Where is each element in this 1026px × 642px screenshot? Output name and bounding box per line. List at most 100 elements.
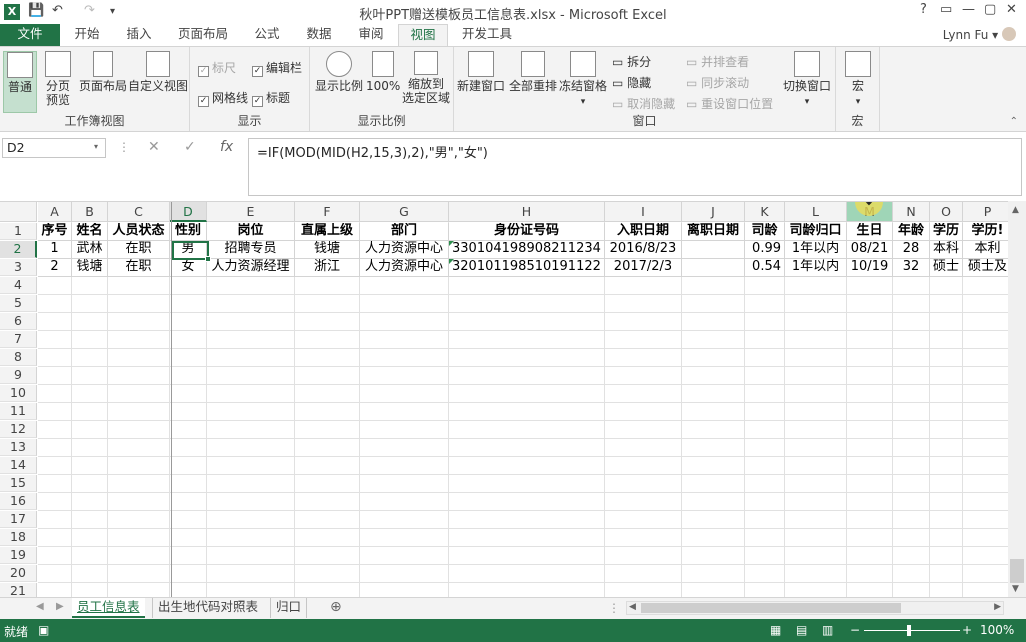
column-header-p[interactable]: P [963, 202, 1008, 222]
header-cell-status[interactable]: 人员状态 [108, 223, 170, 241]
page-layout-view-button[interactable]: 页面布局 [78, 51, 128, 93]
cell-seq[interactable]: 2 [38, 259, 72, 277]
header-cell-hiredate[interactable]: 入职日期 [605, 223, 682, 241]
cell-status[interactable]: 在职 [108, 241, 170, 259]
prev-sheet-icon[interactable]: ◀ [36, 601, 44, 612]
sheet-tab-birthplace-codes[interactable]: 出生地代码对照表 [152, 598, 263, 618]
header-cell-dept[interactable]: 部门 [360, 223, 449, 241]
error-indicator-icon[interactable] [449, 259, 454, 264]
restore-button[interactable]: ▢ [984, 2, 996, 17]
normal-view-button[interactable]: 普通 [3, 51, 37, 113]
header-cell-seq[interactable]: 序号 [38, 223, 72, 241]
row-header-5[interactable]: 5 [0, 295, 37, 312]
cell-idcard[interactable]: 330104198908211234 [449, 241, 605, 259]
cell-education[interactable]: 硕士 [930, 259, 963, 277]
cell-tenure-band[interactable]: 1年以内 [785, 241, 847, 259]
row-header-21[interactable]: 21 [0, 583, 37, 597]
column-header-c[interactable]: C [108, 202, 170, 222]
row-header-3[interactable]: 3 [0, 259, 37, 276]
hscroll-options-icon[interactable]: ⋮ [608, 601, 620, 615]
header-cell-tenure[interactable]: 司龄 [745, 223, 785, 241]
hscroll-thumb[interactable] [641, 603, 901, 613]
header-cell-supervisor[interactable]: 直属上级 [295, 223, 360, 241]
header-cell-tenure-band[interactable]: 司龄归口 [785, 223, 847, 241]
cell-leavedate[interactable] [682, 259, 745, 277]
row-header-13[interactable]: 13 [0, 439, 37, 456]
formula-bar-checkbox[interactable]: ✓ 编辑栏 [252, 59, 302, 77]
column-header-n[interactable]: N [893, 202, 930, 222]
error-indicator-icon[interactable] [449, 241, 454, 246]
scroll-down-icon[interactable]: ▼ [1012, 584, 1019, 594]
switch-windows-button[interactable]: 切换窗口 ▾ [780, 51, 834, 109]
zoom-slider-handle[interactable] [907, 625, 911, 636]
collapse-ribbon-icon[interactable]: ⌃ [1010, 116, 1018, 127]
side-by-side-button[interactable]: ▭ 并排查看 [686, 53, 749, 70]
header-cell-name[interactable]: 姓名 [72, 223, 108, 241]
insert-function-icon[interactable]: fx [220, 139, 233, 155]
unhide-button[interactable]: ▭ 取消隐藏 [612, 95, 675, 112]
column-header-h[interactable]: H [449, 202, 605, 222]
cell-status[interactable]: 在职 [108, 259, 170, 277]
ribbon-options-icon[interactable]: ▭ [940, 2, 952, 17]
header-cell-education[interactable]: 学历 [930, 223, 963, 241]
cell-name[interactable]: 武林 [72, 241, 108, 259]
column-header-b[interactable]: B [72, 202, 108, 222]
zoom-to-selection-button[interactable]: 缩放到 选定区域 [400, 51, 452, 105]
scroll-right-icon[interactable]: ▶ [994, 602, 1001, 612]
headings-checkbox[interactable]: ✓ 标题 [252, 89, 290, 107]
row-header-6[interactable]: 6 [0, 313, 37, 330]
cell-idcard[interactable]: 320101198510191122 [449, 259, 605, 277]
header-cell-education2[interactable]: 学历! [963, 223, 1008, 241]
column-header-i[interactable]: I [605, 202, 682, 222]
enter-icon[interactable]: ✓ [184, 139, 196, 155]
cell-position[interactable]: 招聘专员 [207, 241, 295, 259]
column-header-l[interactable]: L [785, 202, 847, 222]
cell-hiredate[interactable]: 2017/2/3 [605, 259, 682, 277]
row-header-10[interactable]: 10 [0, 385, 37, 402]
split-button[interactable]: ▭ 拆分 [612, 53, 651, 70]
column-header-f[interactable]: F [295, 202, 360, 222]
row-header-7[interactable]: 7 [0, 331, 37, 348]
row-header-11[interactable]: 11 [0, 403, 37, 420]
cell-dept[interactable]: 人力资源中心 [360, 259, 449, 277]
row-header-12[interactable]: 12 [0, 421, 37, 438]
column-header-j[interactable]: J [682, 202, 745, 222]
scroll-thumb[interactable] [1010, 559, 1024, 583]
cell-gender[interactable]: 女 [170, 259, 207, 277]
horizontal-scrollbar[interactable]: ◀ ▶ [626, 601, 1004, 615]
cell-dept[interactable]: 人力资源中心 [360, 241, 449, 259]
page-layout-status-icon[interactable]: ▤ [796, 623, 807, 637]
zoom-in-icon[interactable]: + [962, 623, 972, 637]
cell-leavedate[interactable] [682, 241, 745, 259]
user-account[interactable]: Lynn Fu ▾ [943, 27, 1016, 42]
macro-record-icon[interactable]: ▣ [38, 623, 49, 637]
cell-age[interactable]: 32 [893, 259, 930, 277]
row-header-1[interactable]: 1 [0, 223, 37, 240]
scroll-up-icon[interactable]: ▲ [1012, 205, 1019, 215]
minimize-button[interactable]: — [962, 2, 975, 17]
cell-supervisor[interactable]: 浙江 [295, 259, 360, 277]
add-sheet-icon[interactable]: ⊕ [330, 599, 342, 615]
cell-education[interactable]: 本科 [930, 241, 963, 259]
row-header-9[interactable]: 9 [0, 367, 37, 384]
scroll-left-icon[interactable]: ◀ [629, 602, 636, 612]
hide-button[interactable]: ▭ 隐藏 [612, 74, 651, 91]
column-header-o[interactable]: O [930, 202, 963, 222]
reset-position-button[interactable]: ▭ 重设窗口位置 [686, 95, 773, 112]
cancel-icon[interactable]: ✕ [148, 139, 160, 155]
cell-tenure-band[interactable]: 1年以内 [785, 259, 847, 277]
help-button[interactable]: ? [920, 2, 927, 17]
ruler-checkbox[interactable]: ✓ 标尺 [198, 59, 236, 77]
row-header-18[interactable]: 18 [0, 529, 37, 546]
new-window-button[interactable]: 新建窗口 [454, 51, 508, 93]
header-cell-idcard[interactable]: 身份证号码 [449, 223, 605, 241]
freeze-panes-button[interactable]: 冻结窗格 ▾ [558, 51, 608, 109]
more-options-icon[interactable]: ⋮ [118, 140, 130, 154]
cell-birthday[interactable]: 08/21 [847, 241, 893, 259]
tab-developer[interactable]: 开发工具 [452, 24, 522, 46]
cell-position[interactable]: 人力资源经理 [207, 259, 295, 277]
next-sheet-icon[interactable]: ▶ [56, 601, 64, 612]
column-header-g[interactable]: G [360, 202, 449, 222]
sheet-tab-category[interactable]: 归口 [270, 598, 308, 618]
fill-handle[interactable] [205, 256, 211, 262]
